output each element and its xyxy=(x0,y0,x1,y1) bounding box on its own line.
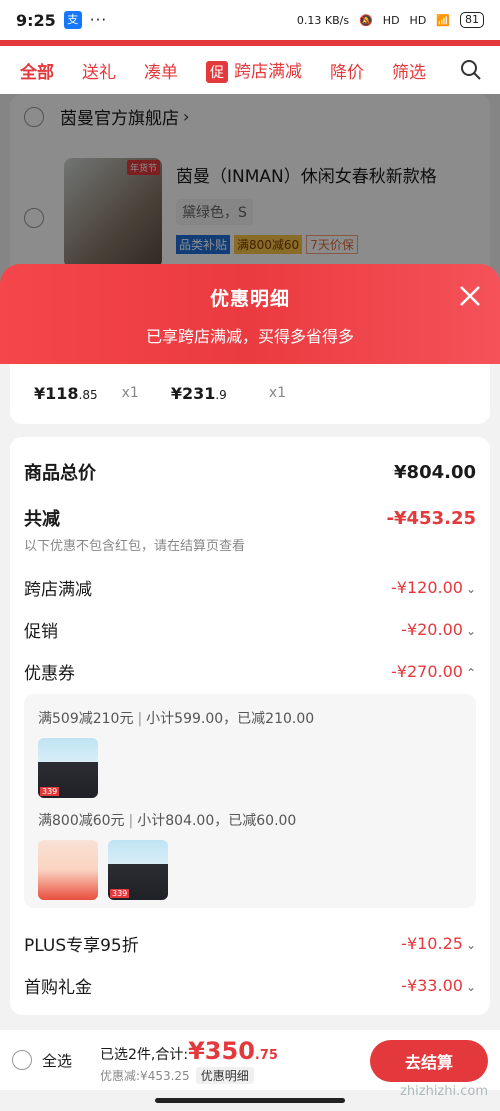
close-icon[interactable] xyxy=(458,284,482,308)
net-speed: 0.13 KB/s xyxy=(296,13,350,27)
coupon-product-thumb[interactable]: 339 xyxy=(108,840,168,900)
mute-icon: 🔕 xyxy=(359,13,373,27)
filter-tabs: 全部 送礼 凑单 促跨店满减 降价 筛选 xyxy=(0,46,500,94)
discount-amount: 优惠减:¥453.25 xyxy=(100,1068,190,1083)
chevron-down-icon: ⌄ xyxy=(465,624,476,638)
discount-detail-button[interactable]: 优惠明细 xyxy=(195,1066,254,1084)
total-line: 已选2件,合计:¥350.75 xyxy=(100,1037,278,1065)
reduce-row: 共减 -¥453.25 xyxy=(24,505,476,531)
discount-detail-card: 商品总价 ¥804.00 共减 -¥453.25 以下优惠不包含红包，请在结算页… xyxy=(10,437,490,1015)
item-price-2: ¥231.9 xyxy=(170,383,227,403)
first-purchase-row[interactable]: 首购礼金 -¥33.00 ⌄ xyxy=(24,973,476,998)
item-qty-2: x1 xyxy=(268,385,287,401)
popup-header: 优惠明细 已享跨店满减，买得多省得多 xyxy=(0,264,500,364)
reduce-label: 共减 xyxy=(24,509,60,530)
more-notifications-icon: ··· xyxy=(89,11,108,29)
reduce-value: -¥453.25 xyxy=(386,507,476,529)
popup-subtitle: 已享跨店满减，买得多省得多 xyxy=(145,327,354,346)
item-price-1: ¥118.85 xyxy=(34,383,98,403)
coupon-value: -¥270.00 ⌃ xyxy=(391,662,476,681)
coupon-row[interactable]: 优惠券 -¥270.00 ⌃ xyxy=(24,659,476,684)
search-icon[interactable] xyxy=(460,59,482,81)
status-time: 9:25 xyxy=(16,10,56,30)
checkout-button[interactable]: 去结算 xyxy=(370,1040,488,1082)
promo-label: 促销 xyxy=(24,622,58,642)
tab-filter[interactable]: 筛选 xyxy=(392,58,426,83)
coupon-product-thumb[interactable] xyxy=(38,840,98,900)
selected-count: 已选2件,合计: xyxy=(100,1046,189,1063)
total-amount: ¥350.75 xyxy=(188,1036,278,1065)
signal-2: HD xyxy=(409,13,427,27)
chevron-down-icon: ⌄ xyxy=(465,582,476,596)
first-purchase-value: -¥33.00 ⌄ xyxy=(401,976,476,995)
plus-value: -¥10.25 ⌄ xyxy=(401,934,476,953)
checkout-bar: 全选 已选2件,合计:¥350.75 优惠减:¥453.25 优惠明细 去结算 xyxy=(0,1030,500,1090)
tab-bundle[interactable]: 凑单 xyxy=(144,58,178,83)
coupon-label: 优惠券 xyxy=(24,664,75,684)
tab-all[interactable]: 全部 xyxy=(20,58,54,83)
tab-cross-store-label: 跨店满减 xyxy=(234,62,302,82)
coupon-2-thumbs: 339 xyxy=(38,840,462,900)
item-qty-1: x1 xyxy=(121,385,139,401)
status-right: 0.13 KB/s 🔕 HD HD 📶 81 xyxy=(297,12,484,28)
discount-note: 以下优惠不包含红包，请在结算页查看 xyxy=(24,539,246,554)
chevron-down-icon: ⌄ xyxy=(465,980,476,994)
total-value: ¥804.00 xyxy=(394,461,476,483)
cross-store-row[interactable]: 跨店满减 -¥120.00 ⌄ xyxy=(24,575,476,600)
plus-row[interactable]: PLUS专享95折 -¥10.25 ⌄ xyxy=(24,931,476,956)
tab-gift[interactable]: 送礼 xyxy=(82,58,116,83)
promo-tag: 促 xyxy=(206,61,228,83)
select-all-radio[interactable] xyxy=(12,1050,32,1070)
cross-store-value: -¥120.00 ⌄ xyxy=(391,578,476,597)
tab-cross-store[interactable]: 促跨店满减 xyxy=(206,57,302,83)
watermark: zhizhizhi.com xyxy=(400,1084,488,1099)
discount-line: 优惠减:¥453.25 优惠明细 xyxy=(100,1066,278,1084)
battery-icon: 81 xyxy=(460,12,484,28)
status-bar: 9:25 支 ··· 0.13 KB/s 🔕 HD HD 📶 81 xyxy=(0,0,500,40)
chevron-up-icon: ⌃ xyxy=(465,666,476,680)
plus-label: PLUS专享95折 xyxy=(24,936,139,956)
promo-value: -¥20.00 ⌄ xyxy=(401,620,476,639)
coupon-breakdown: 满509减210元 | 小计599.00，已减210.00 339 满800减60元… xyxy=(24,694,476,908)
total-label: 商品总价 xyxy=(24,463,96,484)
item-prices-card: ¥118.85 x1 ¥231.9 x1 xyxy=(10,362,490,424)
coupon-rule-2: 满800减60元 | 小计804.00，已减60.00 xyxy=(38,813,297,829)
home-indicator[interactable] xyxy=(155,1098,345,1103)
wifi-icon: 📶 xyxy=(436,13,450,27)
coupon-1-thumbs: 339 xyxy=(38,738,462,798)
coupon-product-thumb[interactable]: 339 xyxy=(38,738,98,798)
order-summary: 已选2件,合计:¥350.75 优惠减:¥453.25 优惠明细 xyxy=(100,1037,278,1084)
promo-row[interactable]: 促销 -¥20.00 ⌄ xyxy=(24,617,476,642)
coupon-rule-1: 满509减210元 | 小计599.00，已减210.00 xyxy=(38,711,315,727)
first-purchase-label: 首购礼金 xyxy=(24,978,92,998)
popup-title: 优惠明细 xyxy=(209,288,290,310)
tab-price-drop[interactable]: 降价 xyxy=(330,58,364,83)
select-all-label[interactable]: 全选 xyxy=(42,1050,72,1071)
chevron-down-icon: ⌄ xyxy=(465,938,476,952)
total-row: 商品总价 ¥804.00 xyxy=(24,459,476,485)
alipay-icon: 支 xyxy=(63,11,82,29)
signal-1: HD xyxy=(382,13,400,27)
cross-store-label: 跨店满减 xyxy=(24,580,92,600)
